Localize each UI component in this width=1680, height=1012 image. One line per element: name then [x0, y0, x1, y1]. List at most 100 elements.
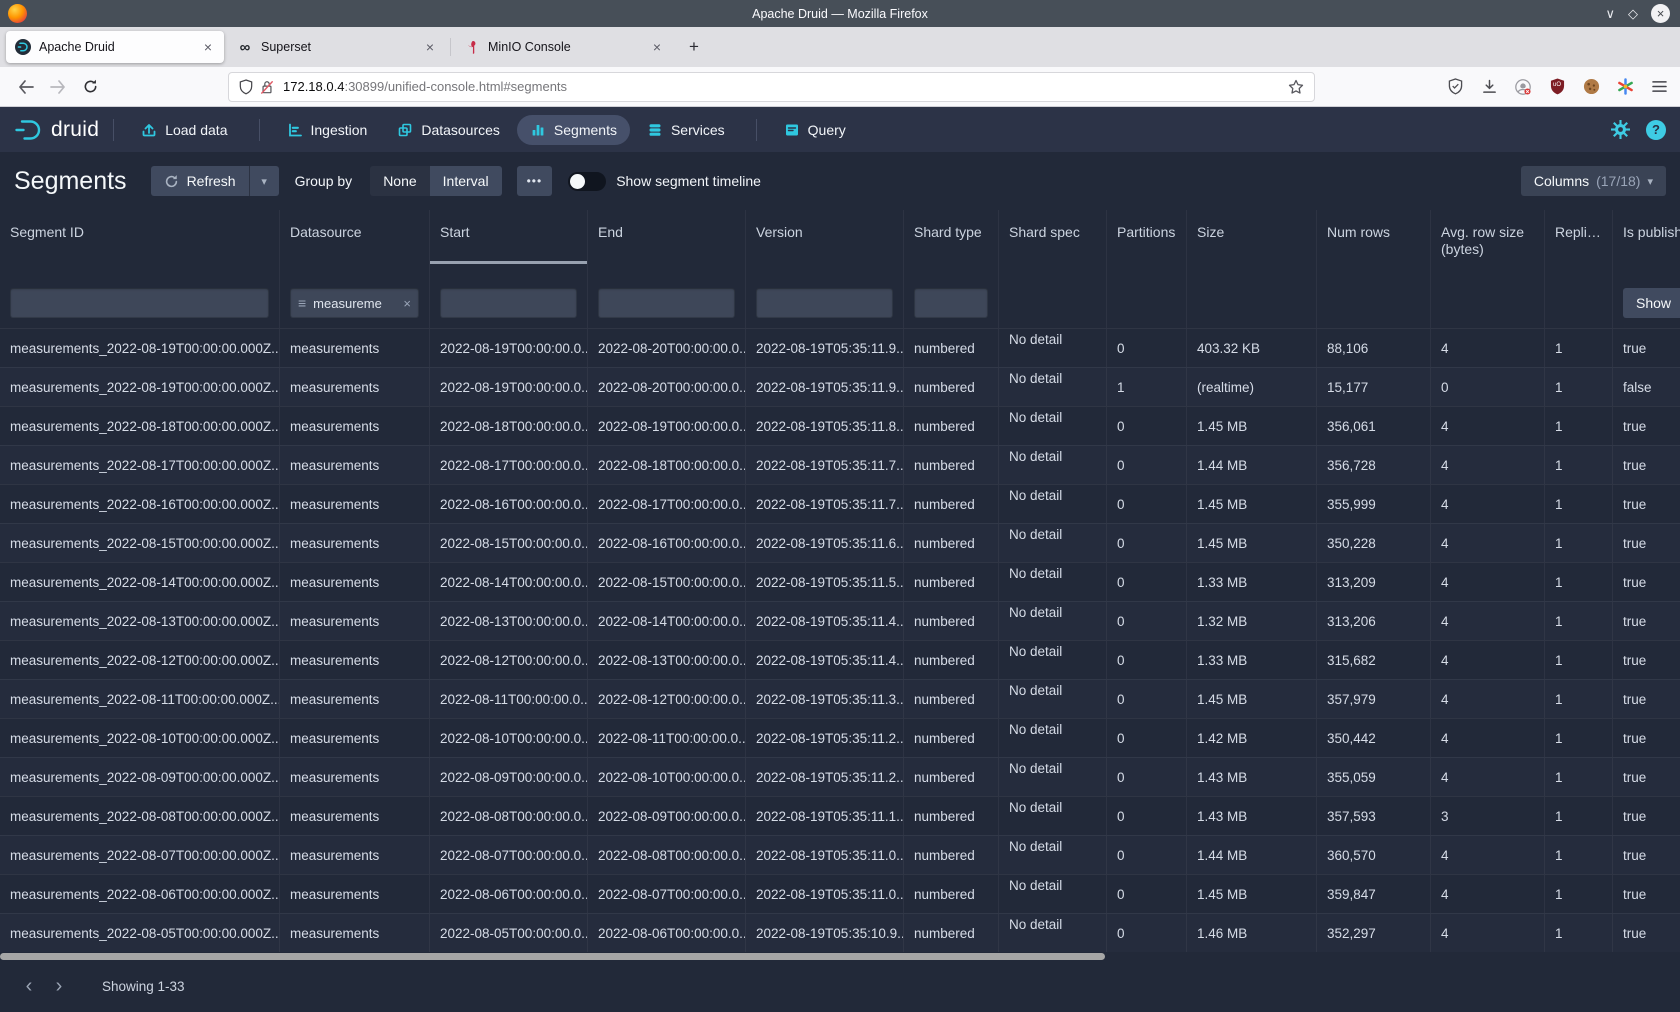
containers-icon[interactable]	[1512, 76, 1534, 98]
superset-favicon-icon: ∞	[237, 39, 253, 55]
table-row[interactable]: measurements_2022-08-08T00:00:00.000Z...…	[0, 796, 1680, 835]
table-row[interactable]: measurements_2022-08-05T00:00:00.000Z...…	[0, 913, 1680, 952]
filter-input-shard-type[interactable]	[914, 288, 988, 318]
table-row[interactable]: measurements_2022-08-09T00:00:00.000Z...…	[0, 757, 1680, 796]
cookie-icon[interactable]	[1580, 76, 1602, 98]
columns-button[interactable]: Columns (17/18) ▾	[1521, 166, 1666, 196]
tab-minio-console[interactable]: MinIO Console ×	[455, 31, 673, 63]
nav-item-query[interactable]: Query	[771, 115, 859, 145]
tracking-protection-shield-icon[interactable]	[239, 79, 253, 95]
table-row[interactable]: measurements_2022-08-11T00:00:00.000Z...…	[0, 679, 1680, 718]
url-bar[interactable]: 172.18.0.4:30899/unified-console.html#se…	[228, 72, 1315, 102]
table-row[interactable]: measurements_2022-08-13T00:00:00.000Z...…	[0, 601, 1680, 640]
filter-cell-segment-id	[0, 264, 280, 328]
cell-partitions: 0	[1107, 485, 1187, 523]
druid-brand[interactable]: druid	[14, 117, 99, 143]
window-close-button[interactable]: ×	[1651, 4, 1670, 23]
column-header-is-published[interactable]: Is published	[1613, 210, 1680, 264]
filter-input-segment-id[interactable]	[10, 288, 269, 318]
columns-label: Columns	[1534, 173, 1589, 189]
table-row[interactable]: measurements_2022-08-07T00:00:00.000Z...…	[0, 835, 1680, 874]
extension-asterisk-icon[interactable]	[1614, 76, 1636, 98]
nav-item-label: Query	[808, 122, 846, 138]
table-row[interactable]: measurements_2022-08-06T00:00:00.000Z...…	[0, 874, 1680, 913]
filter-input-version[interactable]	[756, 288, 893, 318]
cell-is-published: true	[1613, 836, 1680, 874]
ublock-origin-icon[interactable]: uO	[1546, 76, 1568, 98]
column-header-size[interactable]: Size	[1187, 210, 1317, 264]
remove-filter-icon[interactable]: ×	[403, 296, 411, 311]
column-header-end[interactable]: End	[588, 210, 746, 264]
window-minimize-icon[interactable]: ∨	[1605, 7, 1615, 20]
table-row[interactable]: measurements_2022-08-19T00:00:00.000Z...…	[0, 328, 1680, 367]
refresh-button[interactable]: Refresh	[151, 166, 249, 196]
column-header-start[interactable]: Start	[430, 210, 588, 264]
nav-item-ingestion[interactable]: Ingestion	[274, 115, 381, 145]
window-titlebar: Apache Druid — Mozilla Firefox ∨ ◇ ×	[0, 0, 1680, 27]
group-by-none-button[interactable]: None	[370, 166, 429, 196]
cell-segment-id: measurements_2022-08-10T00:00:00.000Z...	[0, 719, 280, 757]
filter-input-end[interactable]	[598, 288, 735, 318]
nav-item-load-data[interactable]: Load data	[128, 115, 240, 145]
column-header-num-rows[interactable]: Num rows	[1317, 210, 1431, 264]
filter-input-start[interactable]	[440, 288, 577, 318]
bookmark-star-icon[interactable]	[1288, 79, 1304, 95]
previous-page-button[interactable]: ‹	[14, 971, 44, 1001]
settings-gear-icon[interactable]	[1611, 120, 1630, 139]
column-header-datasource[interactable]: Datasource	[280, 210, 430, 264]
help-icon[interactable]: ?	[1646, 120, 1666, 140]
tab-close-icon[interactable]: ×	[650, 39, 664, 55]
column-header-shard-spec[interactable]: Shard spec	[999, 210, 1107, 264]
reload-button[interactable]	[74, 73, 106, 101]
tab-close-icon[interactable]: ×	[423, 39, 437, 55]
table-row[interactable]: measurements_2022-08-16T00:00:00.000Z...…	[0, 484, 1680, 523]
cell-shard-type: numbered	[904, 524, 999, 562]
tab-close-icon[interactable]: ×	[201, 39, 215, 55]
more-options-button[interactable]: •••	[517, 166, 553, 196]
refresh-button-group: Refresh ▾	[151, 166, 279, 196]
table-row[interactable]: measurements_2022-08-19T00:00:00.000Z...…	[0, 367, 1680, 406]
nav-item-datasources[interactable]: Datasources	[384, 115, 513, 145]
protections-shield-icon[interactable]	[1444, 76, 1466, 98]
window-maximize-icon[interactable]: ◇	[1628, 7, 1638, 20]
tab-apache-druid[interactable]: Apache Druid ×	[6, 31, 224, 63]
column-header-avg-row-size[interactable]: Avg. row size (bytes)	[1431, 210, 1545, 264]
tab-superset[interactable]: ∞ Superset ×	[228, 31, 446, 63]
scrollbar-thumb[interactable]	[0, 953, 1105, 960]
table-row[interactable]: measurements_2022-08-15T00:00:00.000Z...…	[0, 523, 1680, 562]
downloads-icon[interactable]	[1478, 76, 1500, 98]
filter-input-datasource[interactable]: ≡measureme×	[290, 288, 419, 318]
cell-size: 1.32 MB	[1187, 602, 1317, 640]
table-row[interactable]: measurements_2022-08-10T00:00:00.000Z...…	[0, 718, 1680, 757]
new-tab-button[interactable]: +	[677, 37, 711, 57]
segment-timeline-toggle[interactable]	[568, 172, 606, 191]
column-header-replicas[interactable]: Replicas	[1545, 210, 1613, 264]
column-header-segment-id[interactable]: Segment ID	[0, 210, 280, 264]
cell-shard-spec: No detail	[999, 641, 1107, 679]
table-row[interactable]: measurements_2022-08-14T00:00:00.000Z...…	[0, 562, 1680, 601]
insecure-lock-icon[interactable]	[260, 79, 274, 95]
filter-show-button[interactable]: Show	[1623, 288, 1680, 318]
cell-datasource: measurements	[280, 368, 430, 406]
cell-version: 2022-08-19T05:35:11.9...	[746, 329, 904, 367]
table-row[interactable]: measurements_2022-08-12T00:00:00.000Z...…	[0, 640, 1680, 679]
column-header-version[interactable]: Version	[746, 210, 904, 264]
table-row[interactable]: measurements_2022-08-17T00:00:00.000Z...…	[0, 445, 1680, 484]
group-by-interval-button[interactable]: Interval	[430, 166, 502, 196]
table-row[interactable]: measurements_2022-08-18T00:00:00.000Z...…	[0, 406, 1680, 445]
nav-item-segments[interactable]: Segments	[517, 115, 630, 145]
menu-hamburger-icon[interactable]	[1648, 76, 1670, 98]
back-button[interactable]	[10, 73, 42, 101]
cell-start: 2022-08-08T00:00:00.0...	[430, 797, 588, 835]
cell-shard-spec: No detail	[999, 485, 1107, 523]
refresh-options-button[interactable]: ▾	[249, 166, 279, 196]
column-header-partitions[interactable]: Partitions	[1107, 210, 1187, 264]
forward-button[interactable]	[42, 73, 74, 101]
horizontal-scrollbar[interactable]	[0, 952, 1680, 960]
column-header-shard-type[interactable]: Shard type	[904, 210, 999, 264]
page-title: Segments	[14, 167, 127, 196]
nav-item-services[interactable]: Services	[634, 115, 738, 145]
next-page-button[interactable]: ›	[44, 971, 74, 1001]
toggle-knob	[570, 174, 585, 189]
cell-end: 2022-08-20T00:00:00.0...	[588, 329, 746, 367]
